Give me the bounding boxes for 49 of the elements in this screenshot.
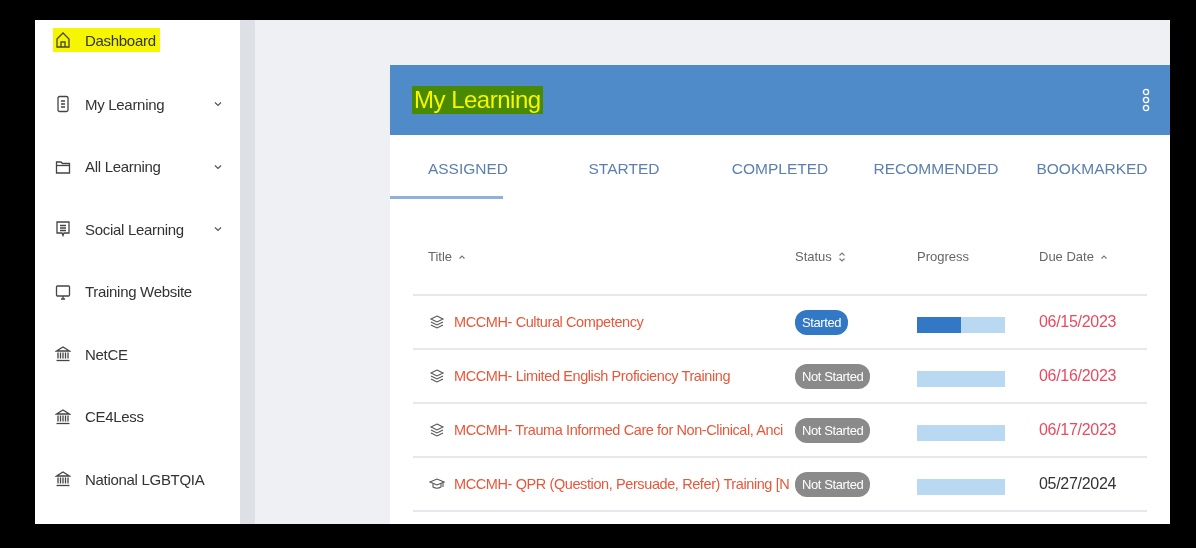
monitor-icon [55, 282, 71, 301]
course-link[interactable]: MCCMH- Trauma Informed Care for Non-Clinical, Anci [454, 422, 783, 438]
tab[interactable]: ASSIGNED [390, 138, 546, 199]
due-date: 05/27/2024 [1039, 475, 1117, 492]
nav-label: CE4Less [85, 408, 144, 426]
nav-label: Dashboard [85, 31, 156, 49]
due-date: 06/17/2023 [1039, 421, 1117, 438]
document-icon [55, 95, 71, 114]
nav-label: National LGBTQIA [85, 470, 205, 488]
column-header[interactable]: Status [795, 249, 832, 264]
nav-item[interactable]: My Learning [53, 73, 240, 136]
bank-icon [55, 470, 71, 489]
comment-icon [55, 220, 71, 239]
status-badge: Not Started [795, 471, 871, 497]
nav-item[interactable]: NetCE [53, 323, 240, 386]
due-date: 06/16/2023 [1039, 367, 1117, 384]
tab[interactable]: RECOMMENDED [858, 138, 1014, 199]
nav-item[interactable]: All Learning [53, 135, 240, 198]
nav-item[interactable]: Dashboard [53, 20, 240, 73]
column-header[interactable]: Progress [917, 249, 970, 264]
nav-label: All Learning [85, 158, 161, 176]
card-title: My Learning [412, 86, 543, 114]
bank-icon [55, 407, 71, 426]
due-date: 06/15/2023 [1039, 313, 1117, 330]
status-badge: Not Started [795, 363, 871, 389]
status-badge: Not Started [795, 417, 871, 443]
column-header[interactable]: Due Date [1039, 249, 1094, 264]
nav-item[interactable]: CE4Less [53, 385, 240, 448]
sort-up-icon[interactable] [458, 253, 467, 260]
nav-label: Training Website [85, 283, 192, 301]
course-link[interactable]: MCCMH- Cultural Competency [454, 314, 644, 330]
more-options-icon[interactable] [1142, 88, 1150, 112]
nav-item[interactable]: National LGBTQIA [53, 448, 240, 511]
nav-label: My Learning [85, 95, 165, 113]
column-header[interactable]: Title [428, 249, 453, 264]
sort-up-icon[interactable] [1099, 253, 1108, 260]
sort-icon[interactable] [837, 250, 846, 263]
status-badge: Started [795, 309, 849, 335]
home-icon [55, 31, 71, 49]
tab[interactable]: STARTED [546, 138, 702, 199]
course-link[interactable]: MCCMH- QPR (Question, Persuade, Refer) Training [N [454, 476, 790, 492]
tab[interactable]: BOOKMARKED [1014, 138, 1170, 199]
tab[interactable]: COMPLETED [702, 138, 858, 199]
nav-label: Social Learning [85, 220, 184, 238]
course-link[interactable]: MCCMH- Limited English Proficiency Training [454, 368, 731, 384]
nav-item[interactable]: Social Learning [53, 198, 240, 261]
bank-icon [55, 345, 71, 364]
nav-item[interactable]: Training Website [53, 260, 240, 323]
nav-label: NetCE [85, 345, 128, 363]
